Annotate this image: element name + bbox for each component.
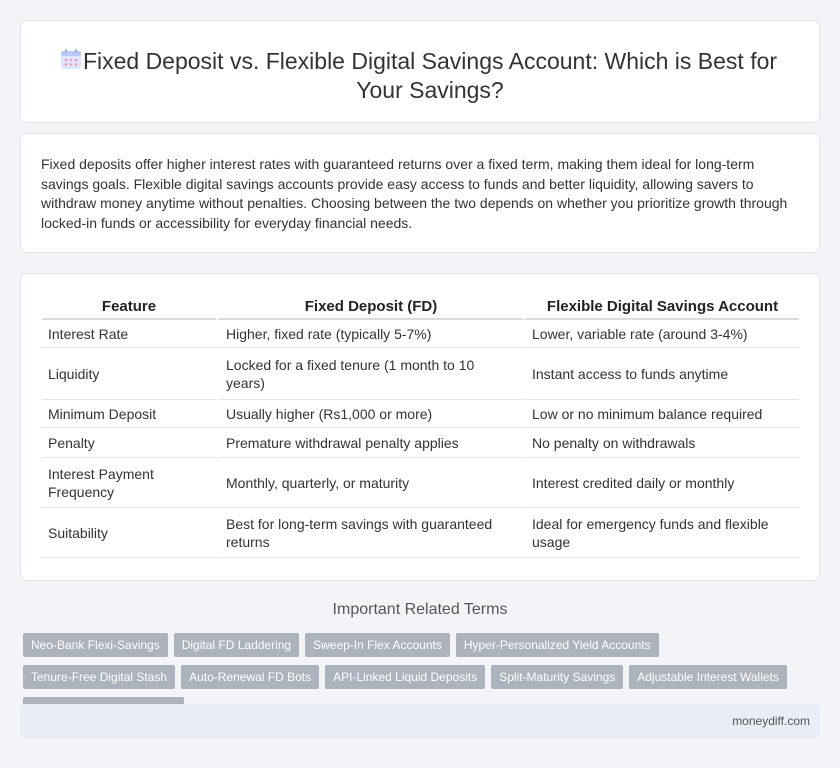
title-card: Fixed Deposit vs. Flexible Digital Savin… [20, 20, 820, 123]
row-feature: Interest Payment Frequency [42, 458, 216, 508]
row-flex-value: Ideal for emergency funds and flexible u… [522, 508, 799, 558]
row-fd-value: Higher, fixed rate (typically 5-7%) [216, 320, 522, 348]
table-row: Liquidity Locked for a fixed tenure (1 m… [42, 348, 799, 400]
row-fd-value: Monthly, quarterly, or maturity [216, 458, 522, 508]
site-name[interactable]: moneydiff.com [732, 714, 810, 728]
header-flexible-savings: Flexible Digital Savings Account [522, 294, 799, 320]
table-row: Interest Payment Frequency Monthly, quar… [42, 458, 799, 508]
row-feature: Interest Rate [42, 320, 216, 348]
row-flex-value: Lower, variable rate (around 3-4%) [522, 320, 799, 348]
row-flex-value: Instant access to funds anytime [522, 348, 799, 400]
row-fd-value: Usually higher (Rs1,000 or more) [216, 400, 522, 428]
comparison-table: Feature Fixed Deposit (FD) Flexible Digi… [42, 294, 799, 558]
row-feature: Minimum Deposit [42, 400, 216, 428]
row-feature: Liquidity [42, 348, 216, 400]
related-term-tag[interactable]: Neo-Bank Flexi-Savings [23, 633, 168, 657]
row-feature: Penalty [42, 428, 216, 458]
intro-paragraph: Fixed deposits offer higher interest rat… [41, 156, 788, 231]
table-row: Penalty Premature withdrawal penalty app… [42, 428, 799, 458]
intro-card: Fixed deposits offer higher interest rat… [20, 133, 820, 253]
table-row: Suitability Best for long-term savings w… [42, 508, 799, 558]
row-fd-value: Best for long-term savings with guarante… [216, 508, 522, 558]
related-term-tag[interactable]: Digital FD Laddering [173, 633, 300, 657]
page-title: Fixed Deposit vs. Flexible Digital Savin… [82, 48, 778, 103]
footer: moneydiff.com [20, 704, 820, 738]
row-flex-value: No penalty on withdrawals [522, 428, 799, 458]
table-header-row: Feature Fixed Deposit (FD) Flexible Digi… [42, 294, 799, 320]
row-fd-value: Locked for a fixed tenure (1 month to 10… [216, 348, 522, 400]
header-feature: Feature [42, 294, 216, 320]
row-feature: Suitability [42, 508, 216, 558]
related-term-tag[interactable]: Tenure-Free Digital Stash [23, 665, 176, 689]
related-term-tag[interactable]: API-Linked Liquid Deposits [325, 665, 486, 689]
table-row: Interest Rate Higher, fixed rate (typica… [42, 320, 799, 348]
table-row: Minimum Deposit Usually higher (Rs1,000 … [42, 400, 799, 428]
related-terms-heading: Important Related Terms [332, 601, 508, 618]
row-flex-value: Interest credited daily or monthly [522, 458, 799, 508]
related-term-tag[interactable]: Hyper-Personalized Yield Accounts [455, 633, 659, 657]
row-fd-value: Premature withdrawal penalty applies [216, 428, 522, 458]
related-term-tag[interactable]: Auto-Renewal FD Bots [181, 665, 320, 689]
row-flex-value: Low or no minimum balance required [522, 400, 799, 428]
related-term-tag[interactable]: Sweep-In Flex Accounts [305, 633, 450, 657]
header-fixed-deposit: Fixed Deposit (FD) [216, 294, 522, 320]
related-term-tag[interactable]: Split-Maturity Savings [491, 665, 624, 689]
related-term-tag[interactable]: Adjustable Interest Wallets [629, 665, 787, 689]
comparison-card: Feature Fixed Deposit (FD) Flexible Digi… [20, 273, 820, 581]
